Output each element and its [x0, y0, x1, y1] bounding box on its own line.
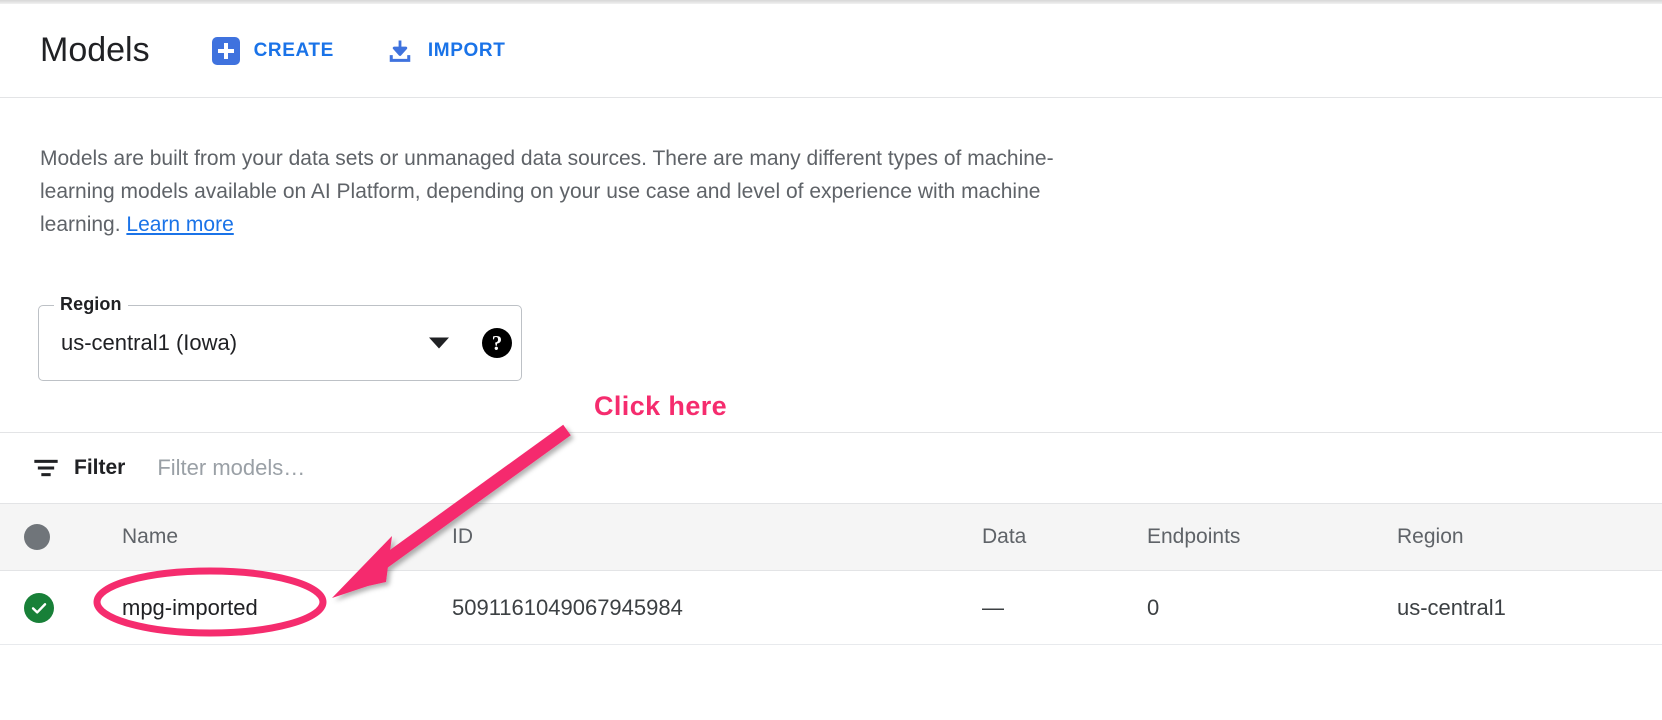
filter-input[interactable] — [155, 454, 675, 482]
cell-model-id: 5091161049067945984 — [452, 595, 982, 621]
row-select-cell[interactable] — [0, 593, 122, 623]
create-button-label: CREATE — [254, 40, 334, 62]
region-selected-value: us-central1 (Iowa) — [61, 330, 237, 356]
cell-region: us-central1 — [1397, 595, 1662, 621]
help-icon[interactable]: ? — [482, 328, 512, 358]
learn-more-link[interactable]: Learn more — [126, 213, 233, 236]
cell-model-name[interactable]: mpg-imported — [122, 595, 452, 621]
page-header: Models CREATE IMPORT — [0, 4, 1662, 98]
column-header-id[interactable]: ID — [452, 525, 982, 549]
import-button-label: IMPORT — [428, 40, 506, 62]
check-circle-icon[interactable] — [24, 593, 54, 623]
page-description: Models are built from your data sets or … — [40, 142, 1070, 241]
cell-endpoints: 0 — [1147, 595, 1397, 621]
create-button[interactable]: CREATE — [198, 31, 348, 71]
region-label: Region — [54, 294, 128, 315]
chevron-down-icon — [429, 338, 449, 349]
region-selector: us-central1 (Iowa) Region ? — [38, 305, 522, 381]
column-header-endpoints[interactable]: Endpoints — [1147, 525, 1397, 549]
column-header-name[interactable]: Name — [122, 525, 452, 549]
page-title: Models — [40, 31, 150, 70]
cell-data: — — [982, 595, 1147, 621]
callout-text: Click here — [594, 391, 727, 422]
select-all-checkbox-icon[interactable] — [24, 524, 50, 550]
import-button[interactable]: IMPORT — [372, 31, 520, 71]
table-header-row: Name ID Data Endpoints Region — [0, 503, 1662, 571]
header-actions: CREATE IMPORT — [198, 31, 544, 71]
download-icon — [386, 37, 414, 65]
plus-icon — [212, 37, 240, 65]
table-row[interactable]: mpg-imported 5091161049067945984 — 0 us-… — [0, 571, 1662, 645]
models-page: Models CREATE IMPORT Models are built fr… — [0, 0, 1662, 720]
select-all-cell[interactable] — [0, 524, 122, 550]
filter-label: Filter — [74, 456, 125, 480]
models-table: Name ID Data Endpoints Region mpg-import… — [0, 503, 1662, 645]
filter-bar: Filter — [0, 433, 1662, 503]
filter-icon[interactable] — [32, 454, 60, 482]
column-header-data[interactable]: Data — [982, 525, 1147, 549]
column-header-region[interactable]: Region — [1397, 525, 1662, 549]
region-select[interactable]: us-central1 (Iowa) — [38, 305, 522, 381]
